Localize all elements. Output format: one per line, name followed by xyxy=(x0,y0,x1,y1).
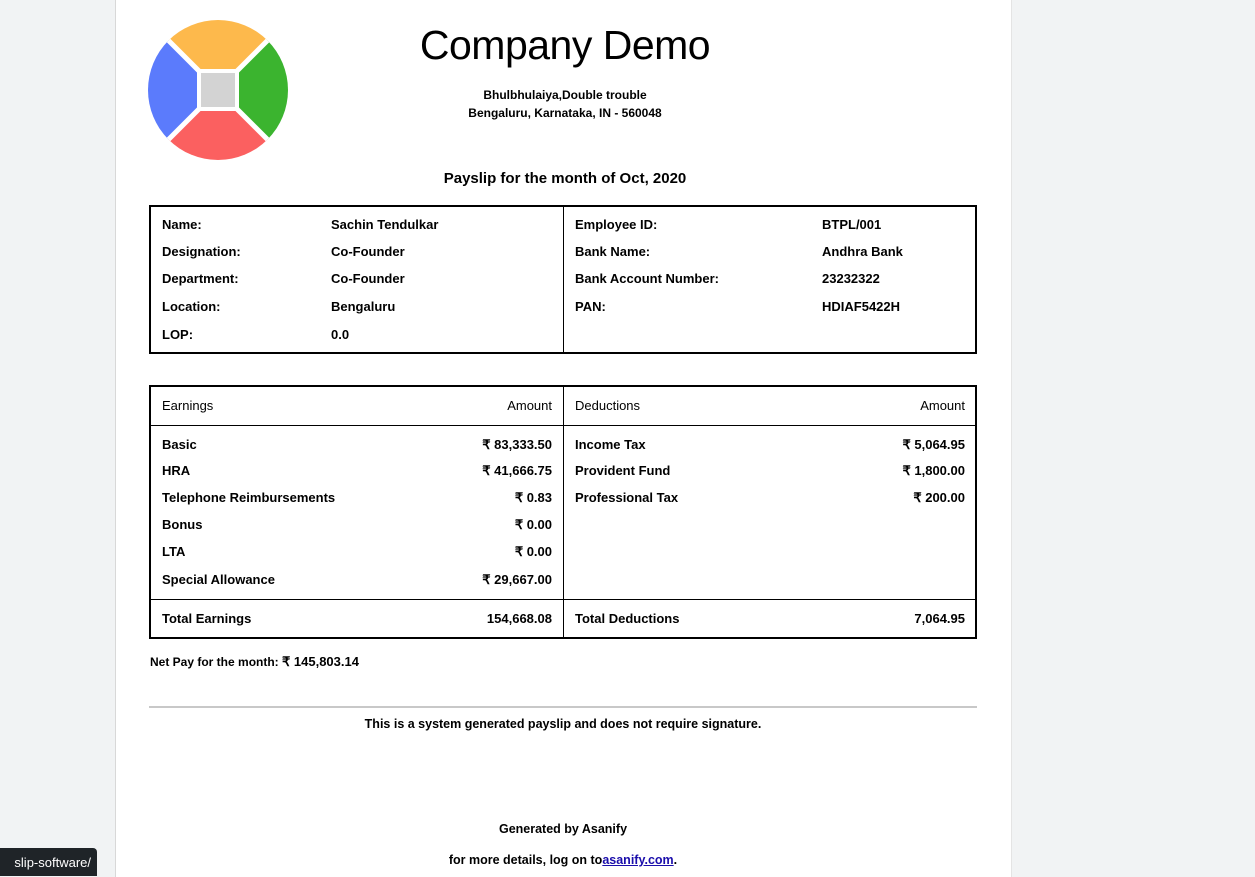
logo-center-square xyxy=(197,69,239,111)
deduction-amount: ₹ 1,800.00 xyxy=(902,463,966,478)
earning-amount: ₹ 83,333.50 xyxy=(482,437,552,452)
employee-id-value: BTPL/001 xyxy=(822,217,882,232)
deduction-amount: ₹ 200.00 xyxy=(913,490,965,505)
earning-amount: ₹ 0.00 xyxy=(514,544,552,559)
deduction-label: Provident Fund xyxy=(575,463,671,478)
earnings-amount-header: Amount xyxy=(507,398,552,413)
earning-amount: ₹ 41,666.75 xyxy=(482,463,552,478)
earning-label: Bonus xyxy=(162,517,203,532)
net-pay-label: Net Pay for the month: xyxy=(150,655,279,669)
deduction-label: Professional Tax xyxy=(575,490,679,505)
department-value: Co-Founder xyxy=(331,271,405,286)
bank-account-label: Bank Account Number: xyxy=(575,271,719,286)
payslip-title: Payslip for the month of Oct, 2020 xyxy=(443,170,687,187)
earning-label: Telephone Reimbursements xyxy=(162,490,336,505)
earning-amount: ₹ 0.00 xyxy=(514,517,552,532)
earning-amount: ₹ 0.83 xyxy=(514,490,552,505)
deduction-amount: ₹ 5,064.95 xyxy=(902,437,966,452)
bank-name-label: Bank Name: xyxy=(575,244,651,259)
department-label: Department: xyxy=(162,271,239,286)
earnings-header: Earnings xyxy=(162,398,214,413)
earning-label: Basic xyxy=(162,437,197,452)
generated-by: Generated by Asanify xyxy=(498,822,628,836)
deductions-header: Deductions xyxy=(575,398,641,413)
total-deductions-label: Total Deductions xyxy=(575,611,680,626)
company-address-line1: Bhulbhulaiya,Double trouble xyxy=(483,88,647,102)
designation-value: Co-Founder xyxy=(331,244,405,259)
lop-label: LOP: xyxy=(162,327,194,342)
location-label: Location: xyxy=(162,299,221,314)
link-url-status-tooltip: slip-software/ xyxy=(0,848,97,876)
net-pay-amount: ₹ 145,803.14 xyxy=(282,654,359,669)
more-details-suffix: . xyxy=(673,853,678,867)
bank-name-value: Andhra Bank xyxy=(822,244,903,259)
employee-id-label: Employee ID: xyxy=(575,217,658,232)
lop-value: 0.0 xyxy=(331,327,350,342)
deduction-label: Income Tax xyxy=(575,437,646,452)
bank-account-value: 23232322 xyxy=(822,271,880,286)
employee-name-label: Name: xyxy=(162,217,202,232)
deductions-amount-header: Amount xyxy=(920,398,965,413)
employee-info-box: Name: Sachin Tendulkar Designation: Co-F… xyxy=(149,205,977,354)
system-generated-note: This is a system generated payslip and d… xyxy=(364,717,762,731)
location-value: Bengaluru xyxy=(331,299,396,314)
designation-label: Designation: xyxy=(162,244,241,259)
earnings-deductions-table: Earnings Amount Deductions Amount Basic … xyxy=(149,385,977,639)
more-details-line: for more details, log on toasanify.com. xyxy=(150,853,976,867)
pan-value: HDIAF5422H xyxy=(822,299,901,314)
total-earnings-amount: 154,668.08 xyxy=(486,611,552,626)
earning-label: HRA xyxy=(162,463,191,478)
employee-name-value: Sachin Tendulkar xyxy=(331,217,439,232)
pan-label: PAN: xyxy=(575,299,606,314)
company-name: Company Demo xyxy=(419,22,711,68)
total-earnings-label: Total Earnings xyxy=(162,611,252,626)
earning-label: Special Allowance xyxy=(162,572,275,587)
company-logo xyxy=(148,20,288,160)
net-pay: Net Pay for the month: ₹ 145,803.14 xyxy=(150,654,359,670)
total-deductions-amount: 7,064.95 xyxy=(914,611,965,626)
earning-amount: ₹ 29,667.00 xyxy=(482,572,552,587)
earning-label: LTA xyxy=(162,544,186,559)
more-details-prefix: for more details, log on to xyxy=(448,853,603,867)
asanify-link[interactable]: asanify.com xyxy=(602,853,673,867)
company-address-line2: Bengaluru, Karnataka, IN - 560048 xyxy=(468,106,662,120)
footer-divider xyxy=(149,706,977,708)
